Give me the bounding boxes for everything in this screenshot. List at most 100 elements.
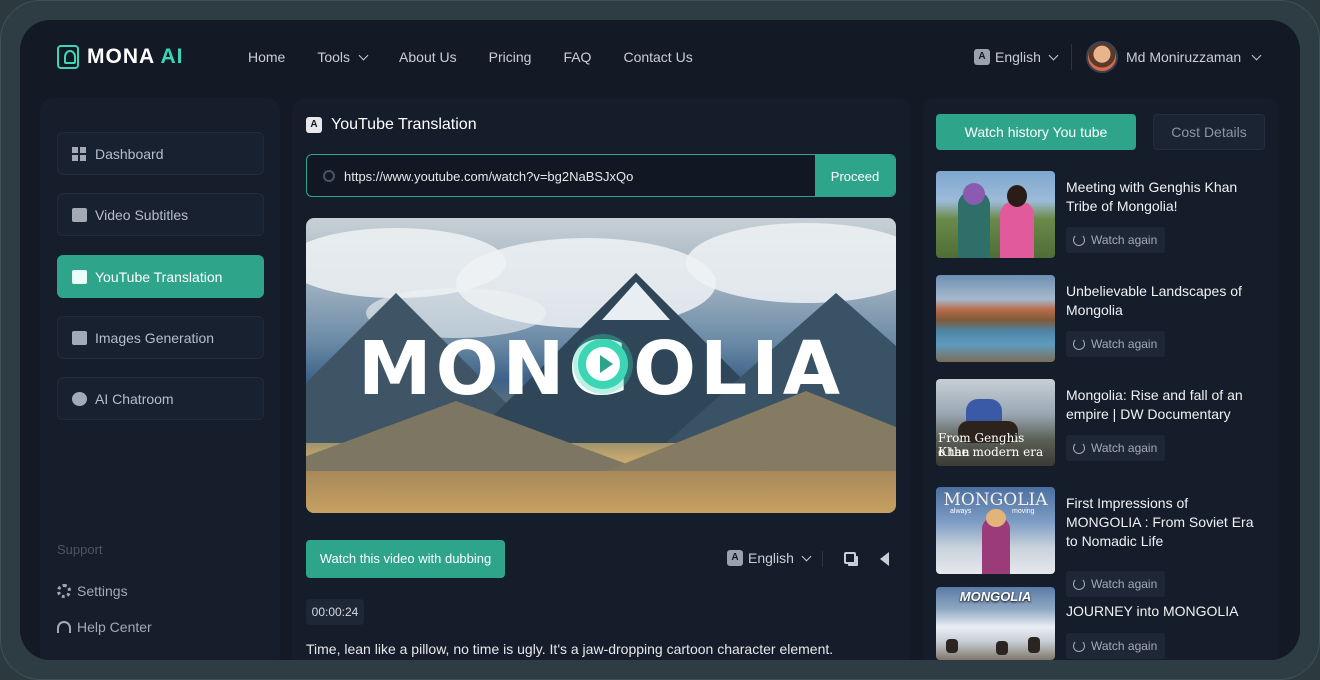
cc-icon	[72, 207, 87, 222]
nav-home[interactable]: Home	[248, 49, 285, 65]
sidebar-item-dashboard[interactable]: Dashboard	[57, 132, 264, 175]
page-title-text: YouTube Translation	[331, 116, 477, 133]
watch-again-label: Watch again	[1091, 233, 1158, 247]
logo-mark-icon	[57, 45, 79, 69]
speaker-icon[interactable]	[880, 552, 889, 566]
sidebar: Dashboard Video Subtitles YouTube Transl…	[40, 98, 280, 660]
thumbnail-caption: MONGOLIA	[943, 490, 1048, 510]
nav-tools-label: Tools	[317, 49, 351, 65]
video-thumbnail: From Genghis Khan o the modern era	[936, 379, 1055, 466]
language-selector[interactable]: A English	[974, 49, 1059, 65]
help-center-link[interactable]: Help Center	[57, 619, 152, 635]
brand-name: MONA	[87, 45, 155, 68]
divider	[1071, 44, 1072, 70]
nav-faq[interactable]: FAQ	[563, 49, 591, 65]
dub-language-selector[interactable]: A English	[727, 550, 812, 566]
watch-again-label: Watch again	[1091, 337, 1158, 351]
snow-cap-graphic	[602, 282, 670, 320]
thumbnail-caption: always	[950, 508, 972, 515]
copy-icon[interactable]	[844, 552, 856, 564]
refresh-icon	[1073, 338, 1085, 350]
chat-icon	[72, 391, 87, 406]
sidebar-item-youtube-translation[interactable]: YouTube Translation	[57, 255, 264, 298]
history-item-title: Unbelievable Landscapes of Mongolia	[1066, 283, 1242, 318]
chevron-down-icon	[358, 50, 369, 60]
transcript-text: Time, lean like a pillow, no time is ugl…	[306, 641, 834, 657]
video-thumbnail: MONGOLIA	[936, 587, 1055, 660]
video-player[interactable]: MONGOLIA	[306, 218, 896, 513]
translate-icon: A	[974, 49, 990, 65]
refresh-icon	[1073, 640, 1085, 652]
chevron-down-icon	[1048, 50, 1059, 60]
history-item[interactable]: Meeting with Genghis Khan Tribe of Mongo…	[936, 171, 1266, 261]
help-label: Help Center	[77, 619, 152, 635]
video-thumbnail	[936, 171, 1055, 258]
brand-accent: AI	[160, 45, 184, 68]
translate-icon	[72, 269, 87, 284]
tab-cost-details[interactable]: Cost Details	[1153, 114, 1265, 150]
link-icon	[320, 167, 338, 185]
sidebar-item-label: AI Chatroom	[95, 390, 174, 407]
video-thumbnail	[936, 275, 1055, 362]
watch-again-label: Watch again	[1091, 441, 1158, 455]
sidebar-item-label: Dashboard	[95, 145, 164, 162]
support-heading: Support	[57, 542, 103, 557]
image-icon	[72, 330, 87, 345]
page-title: A YouTube Translation	[306, 116, 477, 134]
divider	[822, 551, 823, 567]
history-item-title: Meeting with Genghis Khan Tribe of Mongo…	[1066, 179, 1238, 214]
watch-again-button[interactable]: Watch again	[1066, 633, 1166, 659]
history-item-title: Mongolia: Rise and fall of an empire | D…	[1066, 387, 1243, 422]
nav-tools[interactable]: Tools	[317, 49, 369, 65]
watch-again-button[interactable]: Watch again	[1066, 331, 1166, 357]
history-item-title: First Impressions of MONGOLIA : From Sov…	[1066, 495, 1254, 549]
watch-again-label: Watch again	[1091, 639, 1158, 653]
video-thumbnail: MONGOLIA always moving	[936, 487, 1055, 574]
dashboard-icon	[72, 146, 87, 161]
chevron-down-icon	[801, 551, 812, 561]
watch-again-button[interactable]: Watch again	[1066, 435, 1166, 461]
avatar	[1086, 41, 1118, 73]
sidebar-item-video-subtitles[interactable]: Video Subtitles	[57, 193, 264, 236]
user-menu[interactable]: Md Moniruzzaman	[1086, 41, 1262, 73]
watch-again-button[interactable]: Watch again	[1066, 227, 1166, 253]
headset-icon	[57, 621, 71, 633]
gear-icon	[57, 584, 71, 598]
refresh-icon	[1073, 442, 1085, 454]
history-item-title: JOURNEY into MONGOLIA	[1066, 603, 1239, 619]
tab-watch-history[interactable]: Watch history You tube	[936, 114, 1136, 150]
nav-pricing[interactable]: Pricing	[489, 49, 532, 65]
sidebar-item-ai-chatroom[interactable]: AI Chatroom	[57, 377, 264, 420]
sidebar-item-label: YouTube Translation	[95, 268, 223, 285]
sidebar-item-images-generation[interactable]: Images Generation	[57, 316, 264, 359]
url-input[interactable]: https://www.youtube.com/watch?v=bg2NaBSJ…	[344, 169, 633, 184]
app-window: MONA AI Home Tools About Us Pricing FAQ …	[20, 20, 1300, 660]
nav-about[interactable]: About Us	[399, 49, 457, 65]
settings-link[interactable]: Settings	[57, 583, 128, 599]
user-name: Md Moniruzzaman	[1126, 49, 1242, 65]
nav-contact[interactable]: Contact Us	[623, 49, 692, 65]
url-input-group: https://www.youtube.com/watch?v=bg2NaBSJ…	[306, 154, 896, 197]
sidebar-item-label: Video Subtitles	[95, 206, 189, 223]
refresh-icon	[1073, 234, 1085, 246]
translate-icon: A	[306, 117, 322, 133]
brand-logo[interactable]: MONA AI	[57, 45, 183, 69]
watch-dubbing-button[interactable]: Watch this video with dubbing	[306, 540, 505, 578]
plain-graphic	[306, 471, 896, 513]
top-nav: Home Tools About Us Pricing FAQ Contact …	[248, 49, 693, 65]
settings-label: Settings	[77, 583, 128, 599]
proceed-button[interactable]: Proceed	[815, 155, 895, 196]
thumbnail-caption: MONGOLIA	[959, 589, 1032, 604]
thumbnail-caption: moving	[1012, 508, 1035, 515]
translate-icon: A	[727, 550, 743, 566]
language-label: English	[995, 49, 1041, 65]
chevron-down-icon	[1251, 50, 1262, 60]
history-item[interactable]: MONGOLIA always moving First Impressions…	[936, 487, 1266, 597]
dub-language-label: English	[748, 550, 794, 566]
play-icon[interactable]	[578, 339, 628, 389]
history-item[interactable]: Unbelievable Landscapes of Mongolia Watc…	[936, 275, 1266, 365]
sidebar-item-label: Images Generation	[95, 329, 215, 346]
history-item[interactable]: From Genghis Khan o the modern era Mongo…	[936, 379, 1266, 469]
timestamp-badge: 00:00:24	[306, 599, 364, 625]
history-item[interactable]: MONGOLIA JOURNEY into MONGOLIA Watch aga…	[936, 587, 1266, 660]
